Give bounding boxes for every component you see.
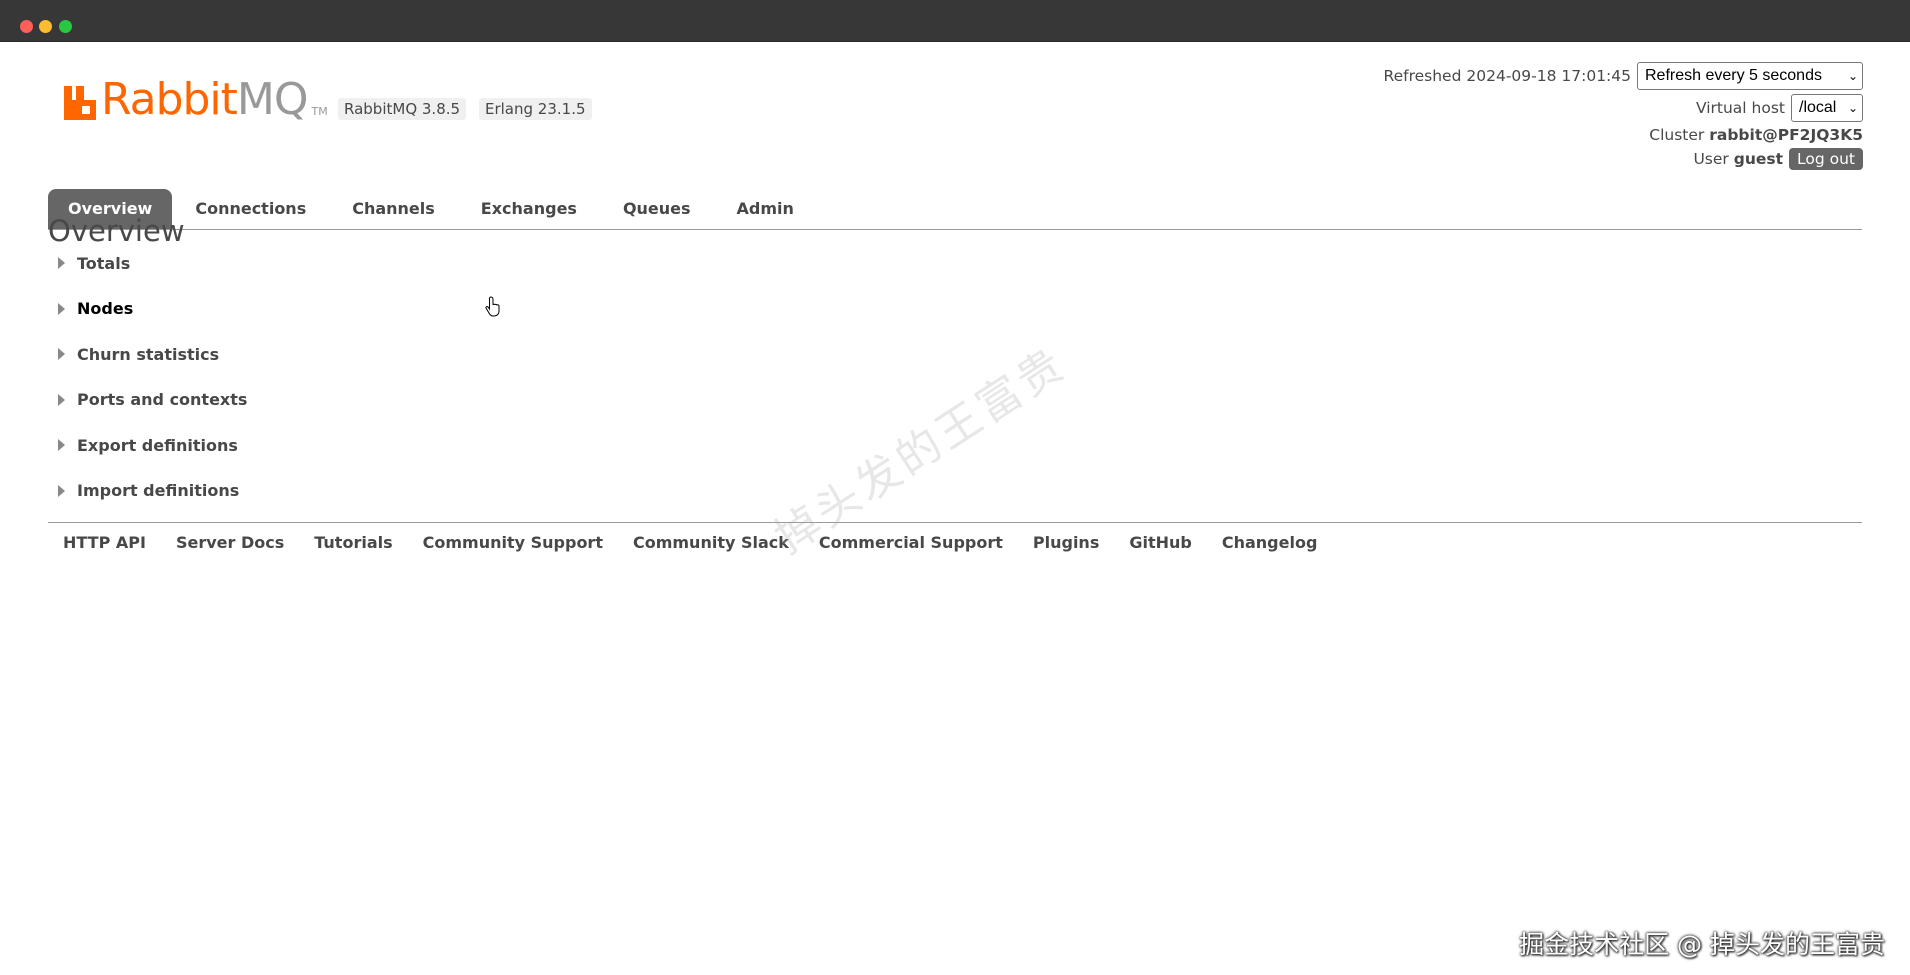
section-export-definitions[interactable]: Export definitions (58, 434, 247, 456)
minimize-window-button[interactable] (39, 20, 52, 33)
tab-exchanges[interactable]: Exchanges (458, 189, 600, 229)
footer-link-changelog[interactable]: Changelog (1222, 533, 1318, 552)
vhost-select[interactable]: /local ⌄ (1791, 94, 1863, 122)
section-import-definitions[interactable]: Import definitions (58, 480, 247, 502)
expand-arrow-icon (58, 302, 65, 315)
vhost-label: Virtual host (1695, 99, 1785, 117)
expand-arrow-icon (58, 393, 65, 406)
logo-text-rabbit: Rabbit (101, 74, 238, 125)
logo-text-mq: MQ (236, 74, 309, 125)
footer-link-github[interactable]: GitHub (1129, 533, 1192, 552)
section-label: Export definitions (77, 435, 238, 455)
tab-admin[interactable]: Admin (714, 189, 817, 229)
close-window-button[interactable] (20, 20, 33, 33)
footer-link-server-docs[interactable]: Server Docs (176, 533, 284, 552)
footer-link-commercial-support[interactable]: Commercial Support (819, 533, 1003, 552)
rabbitmq-logo-icon (64, 86, 96, 120)
cluster-row: Cluster rabbit@PF2JQ3K5 (1384, 126, 1863, 144)
rabbitmq-version-badge: RabbitMQ 3.8.5 (338, 98, 467, 120)
refresh-interval-select[interactable]: Refresh every 5 seconds ⌄ (1637, 62, 1863, 90)
vhost-row: Virtual host /local ⌄ (1384, 94, 1863, 122)
section-totals[interactable]: Totals (58, 252, 247, 274)
main-nav-tabs: Overview Connections Channels Exchanges … (48, 148, 1862, 230)
page: Rabbit MQ TM RabbitMQ 3.8.5 Erlang 23.1.5 … (0, 42, 1910, 975)
erlang-version-badge: Erlang 23.1.5 (479, 98, 592, 120)
section-label: Totals (77, 253, 131, 273)
footer-link-community-slack[interactable]: Community Slack (633, 533, 789, 552)
hand-pointer-cursor-icon (485, 296, 503, 322)
expand-arrow-icon (58, 439, 65, 451)
expand-arrow-icon (58, 484, 65, 497)
logo-trademark: TM (311, 105, 328, 118)
footer-link-tutorials[interactable]: Tutorials (314, 533, 392, 552)
refreshed-time: 2024-09-18 17:01:45 (1466, 67, 1631, 85)
cluster-label: Cluster (1649, 126, 1705, 144)
maximize-window-button[interactable] (59, 20, 72, 33)
rabbitmq-logo[interactable]: Rabbit MQ TM (62, 76, 328, 122)
section-label: Import definitions (77, 481, 240, 500)
refreshed-label: Refreshed (1383, 67, 1462, 85)
tab-channels[interactable]: Channels (329, 189, 458, 229)
expand-arrow-icon (58, 257, 65, 269)
footer-link-plugins[interactable]: Plugins (1033, 533, 1099, 552)
vhost-value: /local (1799, 99, 1837, 116)
chevron-down-icon: ⌄ (1847, 101, 1858, 115)
credit-watermark: 掘金技术社区 @ 掉头发的王富贵 (1519, 930, 1885, 959)
section-label: Nodes (77, 299, 134, 318)
tab-queues[interactable]: Queues (600, 189, 714, 229)
footer-link-http-api[interactable]: HTTP API (63, 533, 146, 552)
cluster-name: rabbit@PF2JQ3K5 (1709, 126, 1863, 144)
page-title: Overview (48, 214, 185, 248)
section-label: Churn statistics (77, 344, 220, 364)
chevron-down-icon: ⌄ (1847, 69, 1858, 83)
overview-sections: Totals Nodes Churn statistics Ports and … (58, 252, 247, 525)
section-label: Ports and contexts (77, 390, 248, 409)
section-churn-statistics[interactable]: Churn statistics (58, 343, 247, 365)
footer-link-community-support[interactable]: Community Support (423, 533, 603, 552)
section-ports-and-contexts[interactable]: Ports and contexts (58, 389, 247, 411)
tab-connections[interactable]: Connections (172, 189, 329, 229)
window-titlebar (0, 0, 1910, 42)
footer-links: HTTP API Server Docs Tutorials Community… (48, 522, 1862, 552)
expand-arrow-icon (58, 348, 65, 360)
refresh-interval-value: Refresh every 5 seconds (1645, 67, 1822, 84)
section-nodes[interactable]: Nodes (58, 298, 247, 320)
refresh-row: Refreshed 2024-09-18 17:01:45 Refresh ev… (1384, 62, 1863, 90)
